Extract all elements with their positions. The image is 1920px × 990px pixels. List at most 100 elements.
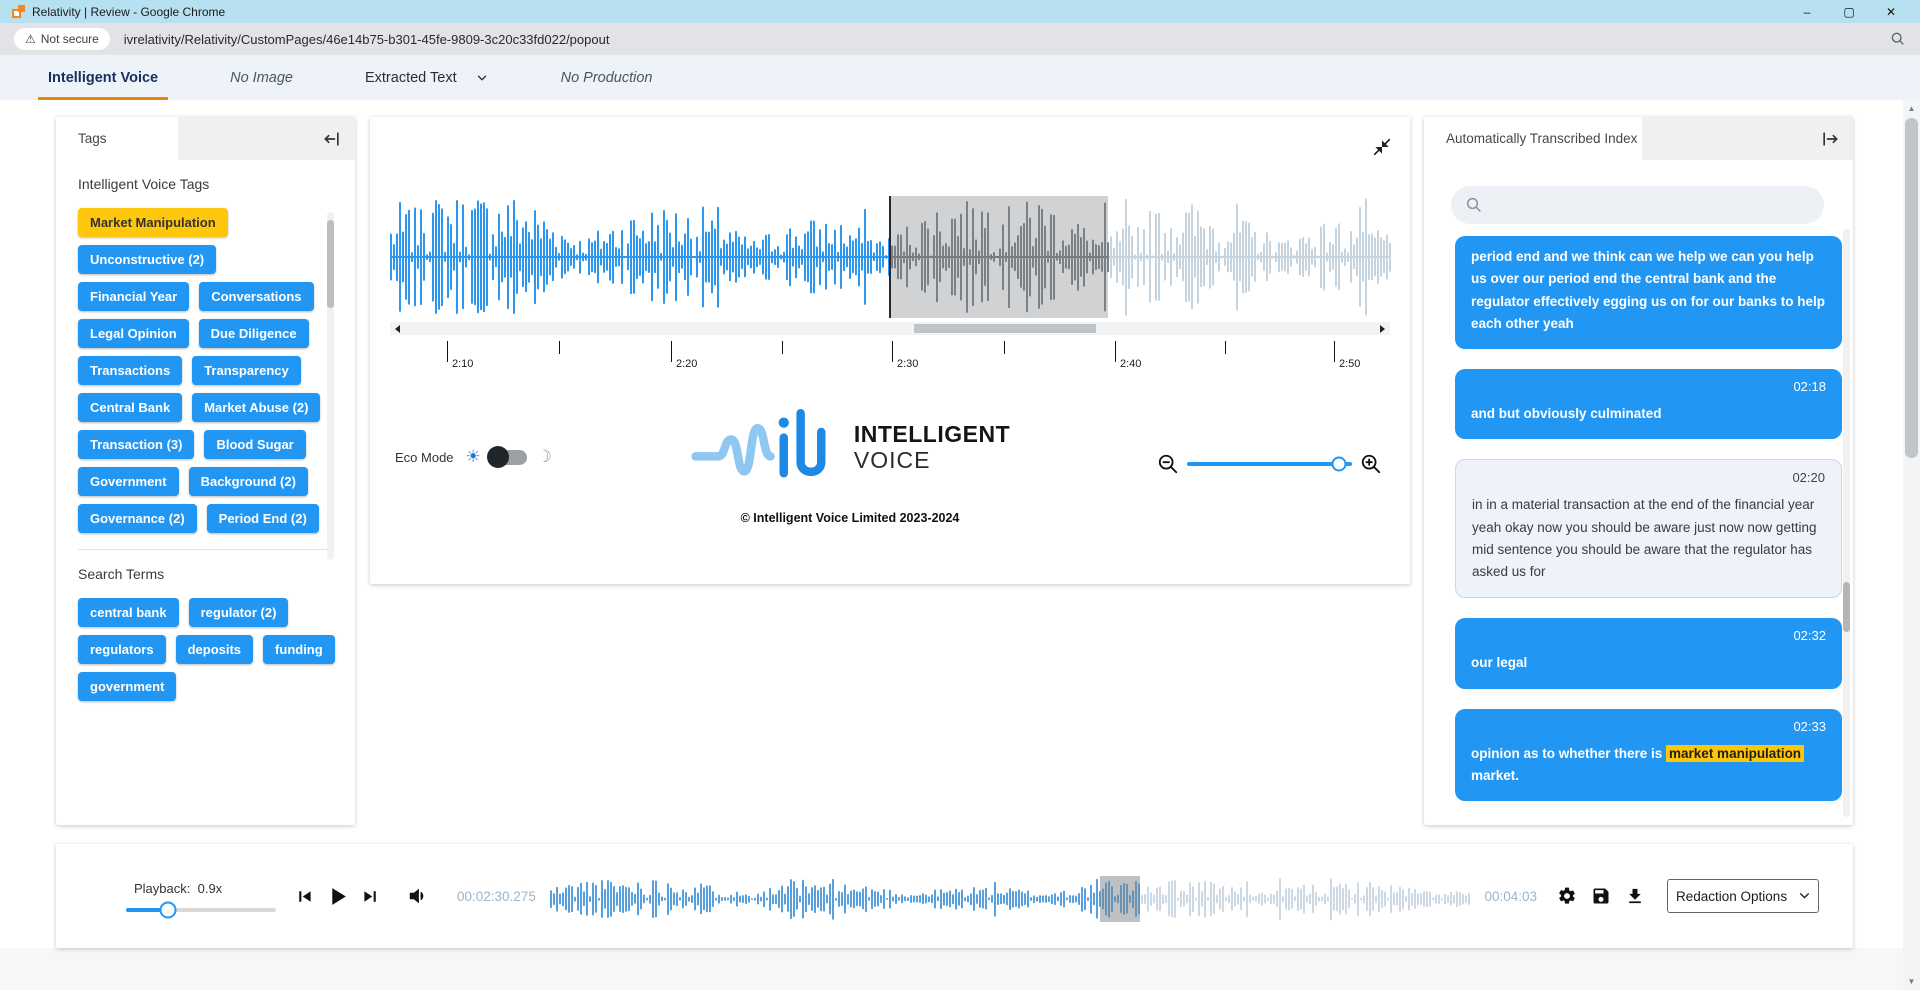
tab-extracted-text[interactable]: Extracted Text <box>355 55 499 100</box>
warning-icon: ⚠ <box>25 32 36 46</box>
iv-tags-list: Market Manipulation Unconstructive (2) Fin… <box>78 208 325 533</box>
search-term-deposits[interactable]: deposits <box>176 635 253 664</box>
url-text[interactable]: ivrelativity/Relativity/CustomPages/46e1… <box>124 32 610 47</box>
tag-market-manipulation[interactable]: Market Manipulation <box>78 208 228 237</box>
redaction-options-select-wrap: Redaction Options <box>1667 879 1819 913</box>
tag-background-2[interactable]: Background (2) <box>189 467 308 496</box>
tag-conversations[interactable]: Conversations <box>199 282 313 311</box>
tags-body: Intelligent Voice Tags Market Manipulati… <box>56 160 355 825</box>
minimize-button[interactable]: – <box>1786 0 1828 23</box>
footer-strip <box>0 948 1920 990</box>
waveform-scrollbar-thumb[interactable] <box>914 324 1096 333</box>
play-button[interactable] <box>325 884 350 909</box>
tag-due-diligence[interactable]: Due Diligence <box>199 319 309 348</box>
timeline-tick <box>892 341 893 362</box>
tag-transparency[interactable]: Transparency <box>192 356 301 385</box>
mini-waveform[interactable] <box>550 876 1471 922</box>
transcript-scrollbar-track[interactable] <box>1843 229 1850 817</box>
timeline-tick-minor <box>1225 341 1226 354</box>
scrollbar-down-icon[interactable]: ▼ <box>1903 973 1920 990</box>
speed-slider-thumb[interactable] <box>160 901 177 918</box>
timeline-label: 2:30 <box>897 358 918 370</box>
transcript-entry[interactable]: period end and we think can we help we c… <box>1455 236 1842 349</box>
zoom-indicator-icon[interactable] <box>1890 31 1906 47</box>
tag-financial-year[interactable]: Financial Year <box>78 282 189 311</box>
tag-government[interactable]: Government <box>78 467 179 496</box>
transcript-timestamp: 02:18 <box>1471 379 1826 394</box>
zoom-in-icon[interactable] <box>1360 453 1382 475</box>
maximize-button[interactable]: ▢ <box>1828 0 1870 23</box>
tab-intelligent-voice[interactable]: Intelligent Voice <box>38 55 168 100</box>
search-term-central-bank[interactable]: central bank <box>78 598 179 627</box>
timeline-label: 2:20 <box>676 358 697 370</box>
transcript-search-input[interactable] <box>1493 198 1810 213</box>
zoom-out-icon[interactable] <box>1157 453 1179 475</box>
tag-period-end-2[interactable]: Period End (2) <box>207 504 319 533</box>
fullscreen-icon[interactable] <box>1370 135 1394 159</box>
playback-bar: Playback: 0.9x 00:02:30.275 00:04:03 <box>56 844 1853 948</box>
tags-tab[interactable]: Tags <box>56 117 178 160</box>
volume-icon[interactable] <box>407 885 429 907</box>
timeline-ruler[interactable]: 2:102:202:302:402:50 <box>390 341 1390 379</box>
tag-row: Government Background (2) <box>78 467 325 496</box>
total-time: 00:04:03 <box>1484 889 1537 904</box>
search-term-regulator-2[interactable]: regulator (2) <box>189 598 289 627</box>
tag-governance-2[interactable]: Governance (2) <box>78 504 197 533</box>
playback-speed-slider[interactable] <box>126 908 276 912</box>
timeline-label: 2:40 <box>1120 358 1141 370</box>
playback-speed-control: Playback: 0.9x <box>126 881 278 912</box>
timeline-tick <box>447 341 448 362</box>
scroll-right-icon[interactable] <box>1380 325 1385 333</box>
playback-speed-label: Playback: 0.9x <box>134 881 278 896</box>
download-icon[interactable] <box>1625 886 1645 906</box>
transcript-entry[interactable]: 02:18and but obviously culminated <box>1455 369 1842 439</box>
tags-scrollbar-thumb[interactable] <box>327 220 334 308</box>
transcript-entry[interactable]: 02:33opinion as to whether there is mark… <box>1455 709 1842 802</box>
redaction-options-select[interactable]: Redaction Options <box>1667 879 1819 913</box>
search-terms-title: Search Terms <box>78 566 325 582</box>
playhead-marker[interactable] <box>889 196 891 318</box>
scrollbar-up-icon[interactable]: ▲ <box>1903 100 1920 117</box>
search-term-government[interactable]: government <box>78 672 176 701</box>
scroll-left-icon[interactable] <box>395 325 400 333</box>
waveform-zoom-control <box>1157 453 1382 475</box>
relativity-favicon-icon <box>12 5 25 18</box>
collapse-right-panel-icon[interactable] <box>1819 128 1841 150</box>
save-icon[interactable] <box>1591 886 1611 906</box>
tag-blood-sugar[interactable]: Blood Sugar <box>204 430 305 459</box>
tab-no-image[interactable]: No Image <box>220 55 303 100</box>
transcript-scrollbar-thumb[interactable] <box>1843 582 1850 632</box>
tag-transaction-3[interactable]: Transaction (3) <box>78 430 194 459</box>
tag-market-abuse-2[interactable]: Market Abuse (2) <box>192 393 320 422</box>
close-button[interactable]: ✕ <box>1870 0 1912 23</box>
zoom-slider-thumb[interactable] <box>1331 457 1346 472</box>
tag-central-bank[interactable]: Central Bank <box>78 393 182 422</box>
skip-previous-button[interactable] <box>294 886 315 907</box>
window-title: Relativity | Review - Google Chrome <box>32 5 225 19</box>
transcript-entry[interactable]: 02:32our legal <box>1455 618 1842 688</box>
waveform-scrollbar[interactable] <box>390 322 1390 335</box>
main-waveform[interactable] <box>390 196 1390 318</box>
transcript-entry[interactable]: 02:20in in a material transaction at the… <box>1455 459 1842 598</box>
search-icon <box>1465 196 1483 214</box>
tag-unconstructive-2[interactable]: Unconstructive (2) <box>78 245 216 274</box>
search-term-regulators[interactable]: regulators <box>78 635 166 664</box>
page-scrollbar[interactable]: ▲ ▼ <box>1903 100 1920 990</box>
transcript-search-box[interactable] <box>1451 186 1824 224</box>
copyright-text: © Intelligent Voice Limited 2023-2024 <box>741 511 960 525</box>
tab-no-production[interactable]: No Production <box>551 55 663 100</box>
logo-waveform-icon <box>690 399 840 495</box>
search-term-funding[interactable]: funding <box>263 635 335 664</box>
tag-legal-opinion[interactable]: Legal Opinion <box>78 319 189 348</box>
chevron-down-icon[interactable] <box>475 71 489 85</box>
zoom-slider[interactable] <box>1187 462 1352 466</box>
settings-gear-icon[interactable] <box>1557 886 1577 906</box>
collapse-left-panel-icon[interactable] <box>321 128 343 150</box>
tag-transactions[interactable]: Transactions <box>78 356 182 385</box>
security-badge[interactable]: ⚠ Not secure <box>14 28 110 50</box>
scrollbar-thumb[interactable] <box>1905 118 1918 458</box>
mini-position-marker[interactable] <box>1100 876 1140 922</box>
transcript-tab[interactable]: Automatically Transcribed Index <box>1424 117 1642 160</box>
browser-title-bar: Relativity | Review - Google Chrome – ▢ … <box>0 0 1920 23</box>
skip-next-button[interactable] <box>360 886 381 907</box>
